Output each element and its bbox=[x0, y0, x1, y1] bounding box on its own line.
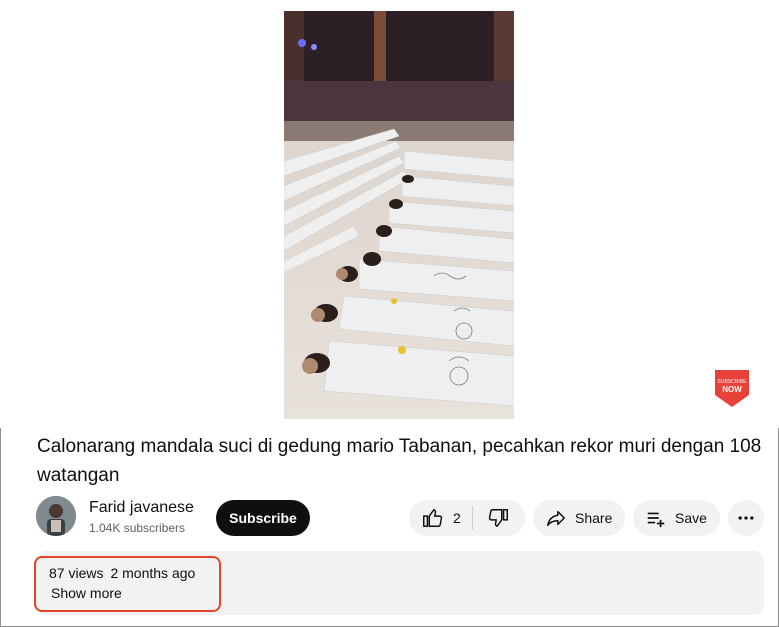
video-frame[interactable] bbox=[284, 11, 514, 419]
subscriber-count: 1.04K subscribers bbox=[89, 521, 186, 535]
like-count: 2 bbox=[453, 510, 461, 526]
add-to-playlist-icon bbox=[647, 512, 665, 528]
more-horizontal-icon bbox=[738, 516, 754, 520]
thumbs-down-icon bbox=[488, 509, 508, 527]
thumbs-up-icon bbox=[423, 509, 443, 527]
like-dislike-group: 2 bbox=[409, 500, 525, 536]
badge-line-2: NOW bbox=[722, 385, 742, 394]
share-label: Share bbox=[575, 510, 613, 526]
subscribe-now-badge[interactable]: SUBSCRIBE NOW bbox=[712, 367, 752, 409]
highlight-outline bbox=[34, 556, 221, 612]
like-button[interactable]: 2 bbox=[409, 500, 472, 536]
subscribe-button[interactable]: Subscribe bbox=[216, 500, 310, 536]
share-button[interactable]: Share bbox=[533, 500, 625, 536]
avatar-image bbox=[36, 496, 76, 536]
subscribe-badge-icon: SUBSCRIBE NOW bbox=[715, 370, 749, 407]
video-title: Calonarang mandala suci di gedung mario … bbox=[37, 436, 762, 486]
share-icon bbox=[547, 510, 565, 527]
video-player[interactable]: SUBSCRIBE NOW bbox=[0, 0, 779, 428]
save-button[interactable]: Save bbox=[633, 500, 720, 536]
save-label: Save bbox=[675, 510, 707, 526]
channel-avatar[interactable] bbox=[36, 496, 76, 536]
more-actions-button[interactable] bbox=[728, 500, 764, 536]
channel-name[interactable]: Farid javanese bbox=[89, 499, 194, 517]
dislike-button[interactable] bbox=[473, 500, 525, 536]
video-thumbnail bbox=[284, 11, 514, 419]
